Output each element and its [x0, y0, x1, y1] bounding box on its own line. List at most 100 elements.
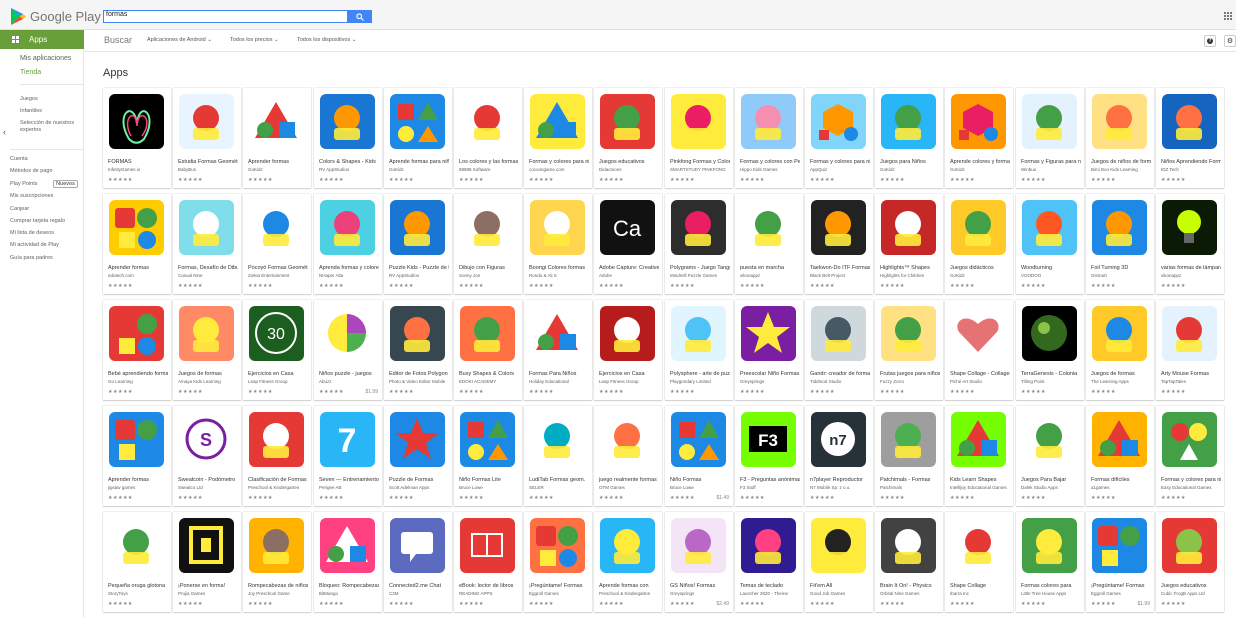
app-title[interactable]: Polygrams - Juego Tangram: [670, 265, 730, 271]
app-icon[interactable]: [951, 94, 1006, 149]
app-icon[interactable]: [1162, 94, 1217, 149]
app-icon[interactable]: [460, 94, 515, 149]
app-title[interactable]: Aprender formas: [108, 477, 168, 483]
app-developer[interactable]: Mindmill Puzzle Games: [670, 273, 730, 278]
app-icon[interactable]: [320, 518, 375, 573]
app-icon[interactable]: [320, 200, 375, 255]
app-icon[interactable]: [811, 200, 866, 255]
app-title[interactable]: Formas y colores para niños: [810, 159, 870, 165]
app-title[interactable]: Kids Learn Shapes: [950, 477, 1010, 483]
app-card[interactable]: Juegos de formas The Learning Apps ★★★★★: [1086, 300, 1154, 400]
app-card[interactable]: Frutas juegos para niños Fuzzy Zorro ★★★★★: [875, 300, 943, 400]
app-icon[interactable]: 30: [249, 306, 304, 361]
app-icon[interactable]: [530, 306, 585, 361]
app-icon[interactable]: [881, 94, 936, 149]
app-developer[interactable]: Didactoons: [599, 167, 659, 172]
app-icon[interactable]: [671, 518, 726, 573]
app-title[interactable]: Polysphere - arte de puzzle: [670, 371, 730, 377]
app-title[interactable]: juego realmente formas: [599, 477, 659, 483]
app-developer[interactable]: Rondo & Ali S: [529, 273, 589, 278]
app-card[interactable]: Clasificación de Formas Preschool & Kinde…: [243, 406, 311, 506]
app-developer[interactable]: Casual Nine: [178, 273, 238, 278]
app-title[interactable]: Connected2.me Chat: [389, 583, 449, 589]
settings-button[interactable]: ⚙: [1224, 35, 1236, 47]
app-card[interactable]: Preescolar Niño Formas Greysprings ★★★★★: [735, 300, 803, 400]
app-developer[interactable]: OTM Games: [599, 485, 659, 490]
app-icon[interactable]: [1022, 412, 1077, 467]
app-card[interactable]: Rompecabezas de niños Joy Preschool Game ★…: [243, 512, 311, 612]
app-developer[interactable]: Joy Preschool Game: [248, 591, 308, 596]
app-icon[interactable]: [600, 518, 655, 573]
app-icon[interactable]: [881, 412, 936, 467]
app-card[interactable]: Foil Turning 3D Gismart ★★★★★: [1086, 194, 1154, 294]
app-title[interactable]: Arty Mouse Formas: [1161, 371, 1221, 377]
app-card[interactable]: Formas y Figuras para niños Winbuu ★★★★★: [1016, 88, 1084, 188]
search-input[interactable]: formas: [103, 10, 348, 23]
app-developer[interactable]: The Learning Apps: [1091, 379, 1151, 384]
app-icon[interactable]: [811, 306, 866, 361]
app-icon[interactable]: [460, 306, 515, 361]
app-icon[interactable]: [811, 94, 866, 149]
app-developer[interactable]: Dalek Studio Apps: [1021, 485, 1081, 490]
app-developer[interactable]: Fuzzy Zorro: [880, 379, 940, 384]
app-card[interactable]: Busy Shapes & Colors EDOKI ACADEMY ★★★★★: [454, 300, 522, 400]
sidebar-item-actividad[interactable]: Mi actividad de Play: [10, 242, 59, 248]
app-icon[interactable]: [109, 306, 164, 361]
app-card[interactable]: ¡Pregúntame! Formas Eggroll Games ★★★★★: [524, 512, 592, 612]
app-card[interactable]: Fit'em All Good Job Games ★★★★★: [805, 512, 873, 612]
app-icon[interactable]: n7: [811, 412, 866, 467]
google-play-logo[interactable]: Google Play: [11, 6, 101, 26]
app-icon[interactable]: [671, 412, 726, 467]
app-card[interactable]: GS Niños! Formas Greysprings ★★★★★ $2.49: [665, 512, 733, 612]
chevron-left-icon[interactable]: ‹: [3, 127, 6, 137]
app-developer[interactable]: InfinityGames.io: [108, 167, 168, 172]
app-title[interactable]: Fit'em All: [810, 583, 870, 589]
app-card[interactable]: Aprender formas edutech.com ★★★★★: [103, 194, 171, 294]
app-icon[interactable]: [881, 200, 936, 255]
app-icon[interactable]: [881, 518, 936, 573]
app-card[interactable]: LudiTab Formas geom. SELER ★★★★★: [524, 406, 592, 506]
app-title[interactable]: Formas y colores con Peppa: [740, 159, 800, 165]
app-title[interactable]: TerraGenesis - Colonia: [1021, 371, 1081, 377]
app-developer[interactable]: Cubic FrogB Apps Ltd: [1161, 591, 1221, 596]
app-card[interactable]: Colors & Shapes - Kids RV AppStudios ★★★★★: [314, 88, 382, 188]
app-developer[interactable]: EDOKI ACADEMY: [459, 379, 519, 384]
app-card[interactable]: Arty Mouse Formas TapTapTales ★★★★★: [1156, 300, 1224, 400]
app-developer[interactable]: Greysprings: [670, 591, 730, 596]
app-developer[interactable]: GoKidz: [389, 167, 449, 172]
app-icon[interactable]: [320, 306, 375, 361]
app-title[interactable]: Sweatcoin - Podómetro: [178, 477, 238, 483]
app-developer[interactable]: StoryToys: [108, 591, 168, 596]
app-developer[interactable]: Good Job Games: [810, 591, 870, 596]
app-icon[interactable]: [1022, 200, 1077, 255]
app-icon[interactable]: [1092, 518, 1147, 573]
filter-price-dropdown[interactable]: Todos los precios ⌄: [230, 37, 279, 43]
app-developer[interactable]: a1games: [1091, 485, 1151, 490]
sidebar-item-play-points[interactable]: Play Points: [10, 181, 38, 187]
app-developer[interactable]: Hippo Kids Games: [740, 167, 800, 172]
filter-devices-dropdown[interactable]: Todos los dispositivos ⌄: [297, 37, 356, 43]
help-button[interactable]: ?: [1204, 35, 1216, 47]
app-developer[interactable]: Black Belt Project: [810, 273, 870, 278]
app-icon[interactable]: [249, 94, 304, 149]
app-title[interactable]: Adobe Capture: Creative: [599, 265, 659, 271]
app-icon[interactable]: [1162, 200, 1217, 255]
app-card[interactable]: Connected2.me Chat C2M ★★★★★: [384, 512, 452, 612]
app-title[interactable]: Formas y colores para niños: [1161, 477, 1221, 483]
app-title[interactable]: ¡Ponerse en forma!: [178, 583, 238, 589]
app-card[interactable]: S Sweatcoin - Podómetro Sweatco Ltd ★★★★★: [173, 406, 241, 506]
app-card[interactable]: 30 Ejercicios en Casa Leap Fitness Group ★★…: [243, 300, 311, 400]
app-developer[interactable]: SELER: [529, 485, 589, 490]
app-title[interactable]: F3 - Preguntas anónimas: [740, 477, 800, 483]
app-developer[interactable]: VOODOO: [1021, 273, 1081, 278]
app-card[interactable]: Juegos Para Bajar Dalek Studio Apps ★★★★★: [1016, 406, 1084, 506]
app-icon[interactable]: [600, 94, 655, 149]
app-title[interactable]: Aprende formas con: [599, 583, 659, 589]
app-developer[interactable]: AppQuiz: [810, 167, 870, 172]
sidebar-item-cuenta[interactable]: Cuenta: [10, 156, 28, 162]
app-developer[interactable]: Eggroll Games: [529, 591, 589, 596]
app-title[interactable]: Formas colores para: [1021, 583, 1081, 589]
sidebar-item-tienda[interactable]: Tienda: [20, 69, 41, 76]
app-icon[interactable]: 7: [320, 412, 375, 467]
app-card[interactable]: eBook: lector de libros READING APPS ★★★★★: [454, 512, 522, 612]
